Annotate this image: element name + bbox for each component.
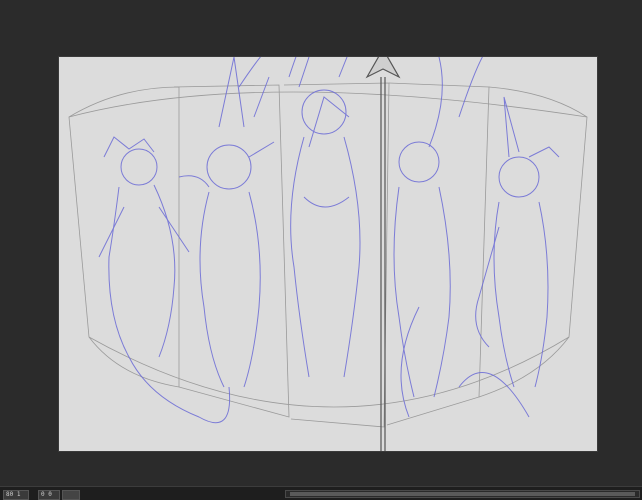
status-field[interactable] bbox=[62, 490, 80, 500]
status-bar: 80 1 0 0 bbox=[0, 486, 642, 500]
rotation-field[interactable]: 0 0 bbox=[38, 490, 60, 500]
sketch-artwork-icon bbox=[68, 57, 588, 451]
canvas-workspace[interactable] bbox=[0, 0, 642, 486]
zoom-field[interactable]: 80 1 bbox=[3, 490, 29, 500]
horizontal-scrollbar[interactable] bbox=[285, 490, 640, 498]
scrollbar-thumb[interactable] bbox=[290, 492, 635, 496]
drawing-canvas[interactable] bbox=[59, 57, 597, 451]
